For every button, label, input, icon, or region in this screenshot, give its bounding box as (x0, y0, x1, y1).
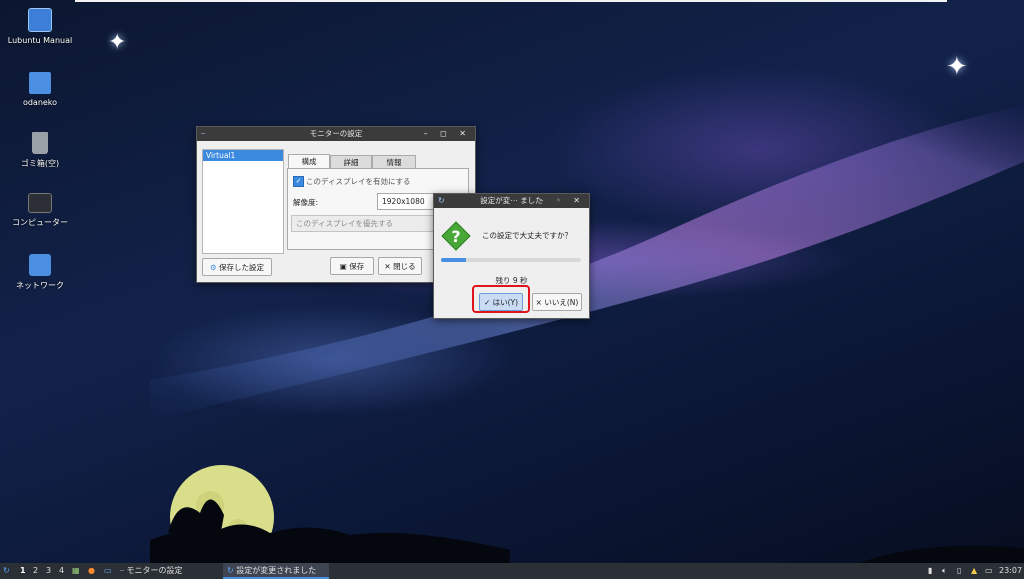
moon-silhouette (150, 465, 510, 563)
close-button[interactable]: ✕ 閉じる (378, 257, 422, 275)
close-label: 閉じる (393, 262, 416, 271)
firefox-launcher-icon[interactable]: ● (88, 563, 98, 579)
tray-network-icon[interactable]: ▭ (985, 563, 995, 579)
enable-display-checkbox[interactable]: ✓ (293, 176, 304, 187)
tab-info[interactable]: 情報 (372, 155, 416, 169)
confirm-dialog-title: 設定が変⋯ ました (480, 196, 543, 205)
manual-icon (28, 8, 52, 32)
resolution-select[interactable]: 1920x1080 (377, 193, 439, 210)
countdown-progress-fill (441, 258, 467, 262)
save-button[interactable]: ▣ 保存 (330, 257, 374, 275)
desktop-icon-computer[interactable]: コンピューター (5, 193, 75, 228)
saved-settings-icon: ⚙ (209, 263, 217, 272)
countdown-progress-bar (441, 258, 581, 262)
check-icon: ✓ (483, 298, 491, 307)
save-icon: ▣ (339, 262, 347, 271)
desktop-icon-label: コンピューター (12, 218, 68, 227)
save-label: 保存 (349, 262, 365, 271)
window-menu-icon[interactable]: ⎯ (201, 127, 205, 141)
confirm-dialog-titlebar[interactable]: ↻ 設定が変⋯ ました – ◦ ✕ (434, 194, 589, 208)
desktop-icon-lubuntu-manual[interactable]: Lubuntu Manual (5, 8, 75, 45)
desktop-icon-label: ゴミ箱(空) (20, 159, 60, 168)
yes-label: はい(Y) (492, 298, 519, 307)
svg-text:?: ? (451, 227, 460, 246)
monitor-list[interactable]: Virtual1 (202, 149, 284, 254)
dialog-window-controls[interactable]: – ◦ ✕ (539, 194, 585, 208)
close-icon: ✕ (384, 262, 391, 271)
task-settings-changed[interactable]: ↻ 設定が変更されました (223, 563, 329, 579)
trash-icon (32, 132, 48, 154)
workspace-3[interactable]: 3 (46, 563, 54, 579)
task-settings-changed-label: 設定が変更されました (236, 566, 317, 575)
tray-volume-icon[interactable]: 🔈︎ (942, 563, 952, 579)
desktop-icon-label: ネットワーク (16, 281, 64, 290)
task-monitor-settings[interactable]: ⎯ モニターの設定 (120, 563, 220, 579)
task-monitor-settings-label: モニターの設定 (126, 566, 183, 575)
workspace-1[interactable]: 1 (20, 563, 28, 579)
primary-display-field[interactable]: このディスプレイを優先する (291, 215, 437, 232)
taskbar-clock[interactable]: 23:07 (999, 563, 1023, 579)
no-label: いいえ(N) (544, 298, 579, 307)
desktop-icon-label: Lubuntu Manual (7, 36, 73, 45)
taskbar: ↻ 1 2 3 4 ▦ ● ▭ ⎯ モニターの設定 ↻ 設定が変更されました ▮… (0, 563, 1024, 579)
dialog-app-icon: ↻ (438, 196, 445, 205)
tab-configuration[interactable]: 構成 (288, 154, 330, 169)
no-button[interactable]: × いいえ(N) (532, 293, 582, 311)
file-manager-launcher-icon[interactable]: ▦ (72, 563, 82, 579)
yes-button[interactable]: ✓ はい(Y) (479, 293, 523, 311)
start-menu-button[interactable]: ↻ (3, 563, 15, 579)
monitor-window-titlebar[interactable]: ⎯ モニターの設定 – ◻ ✕ (197, 127, 475, 141)
manual-launcher-icon[interactable]: ▭ (104, 563, 114, 579)
saved-settings-label: 保存した設定 (219, 263, 265, 272)
cross-icon: × (535, 298, 542, 307)
home-folder-icon (29, 72, 51, 94)
tray-updates-icon[interactable]: ▲ (971, 563, 981, 579)
network-icon (29, 254, 51, 276)
star-sparkle-left: ✦ (108, 30, 127, 55)
tab-details[interactable]: 詳細 (330, 155, 372, 169)
desktop-icon-trash[interactable]: ゴミ箱(空) (5, 132, 75, 169)
tray-battery-icon[interactable]: ▮ (928, 563, 938, 579)
enable-display-label: このディスプレイを有効にする (306, 177, 411, 186)
top-panel-strip (75, 0, 947, 2)
workspace-4[interactable]: 4 (59, 563, 67, 579)
tray-clipboard-icon[interactable]: ▯ (957, 563, 967, 579)
confirm-dialog: ↻ 設定が変⋯ ました – ◦ ✕ ? この設定で大丈夫ですか？ 残り 9 秒 … (433, 193, 590, 319)
hill-silhouette-right (860, 545, 1024, 563)
monitor-window-title: モニターの設定 (309, 129, 363, 138)
desktop-icon-label: odaneko (22, 98, 58, 107)
window-controls[interactable]: – ◻ ✕ (424, 127, 471, 141)
question-diamond-icon: ? (441, 221, 471, 251)
desktop-icon-network[interactable]: ネットワーク (5, 254, 75, 291)
task-dialog-icon: ↻ (227, 566, 237, 575)
monitor-list-item[interactable]: Virtual1 (203, 150, 283, 161)
confirm-message: この設定で大丈夫ですか？ (482, 231, 572, 240)
resolution-label: 解像度: (293, 198, 319, 207)
desktop-icon-home-folder[interactable]: odaneko (5, 72, 75, 107)
star-sparkle-right: ✦ (946, 52, 968, 82)
computer-icon (28, 193, 52, 213)
saved-settings-button[interactable]: ⚙ 保存した設定 (202, 258, 272, 276)
workspace-2[interactable]: 2 (33, 563, 41, 579)
